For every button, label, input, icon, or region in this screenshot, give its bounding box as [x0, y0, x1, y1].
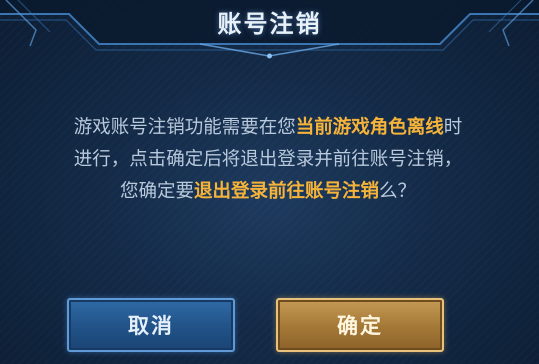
- message-line-1: 游戏账号注销功能需要在您当前游戏角色离线时: [0, 112, 539, 144]
- message-line-1-highlight: 当前游戏角色离线: [295, 117, 444, 138]
- message-line-3-text: 您确定要: [119, 181, 194, 202]
- message-line-3-end: 么？: [379, 181, 417, 202]
- message-line-1-end: 时: [443, 117, 463, 138]
- confirm-button-label: 确定: [337, 314, 383, 338]
- message-line-1-text: 游戏账号注销功能需要在您: [73, 117, 296, 138]
- dialog-title: 账号注销: [217, 10, 322, 38]
- message-line-3: 您确定要退出登录前往账号注销么？: [0, 176, 539, 208]
- message-line-3-highlight: 退出登录前往账号注销: [193, 181, 379, 202]
- message-line-2: 进行，点击确定后将退出登录并前往账号注销，: [73, 149, 463, 170]
- dialog-message: 游戏账号注销功能需要在您当前游戏角色离线时 进行，点击确定后将退出登录并前往账号…: [0, 112, 539, 208]
- cancel-button[interactable]: 取消: [67, 298, 235, 352]
- cancel-button-label: 取消: [128, 314, 174, 338]
- logout-confirm-dialog: 账号注销 游戏账号注销功能需要在您当前游戏角色离线时 进行，点击确定后将退出登录…: [0, 0, 539, 364]
- confirm-button[interactable]: 确定: [276, 298, 444, 352]
